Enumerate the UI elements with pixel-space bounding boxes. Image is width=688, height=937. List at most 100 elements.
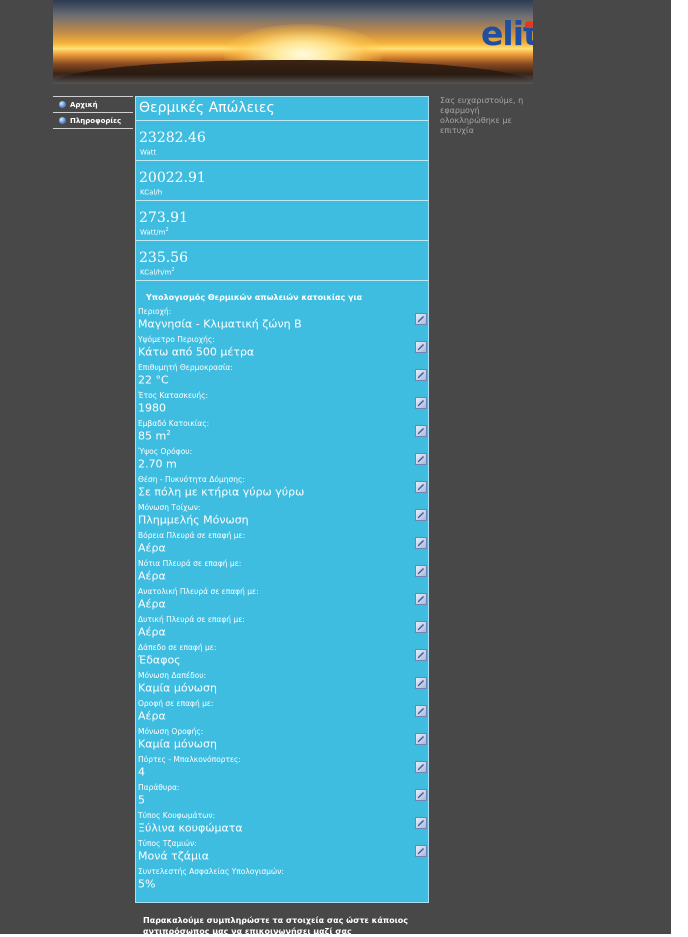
- logo[interactable]: elith: [481, 14, 533, 54]
- parameter-row: Τύπος Κουφωμάτων: Ξύλινα κουφώματα: [136, 811, 428, 839]
- parameter-row: Οροφή σε επαφή με: Αέρα: [136, 699, 428, 727]
- edit-icon[interactable]: [415, 705, 427, 717]
- parameter-value: Πλημμελής Μόνωση: [138, 513, 249, 527]
- nav-item-home[interactable]: Αρχική: [53, 96, 133, 112]
- parameter-row: Νότια Πλευρά σε επαφή με: Αέρα: [136, 559, 428, 587]
- parameter-row: Μόνωση Τοίχων: Πλημμελής Μόνωση: [136, 503, 428, 531]
- parameter-row: Μόνωση Οροφής: Καμία μόνωση: [136, 727, 428, 755]
- parameter-value: 2.70 m: [138, 457, 177, 471]
- nav-item-info[interactable]: Πληροφορίες: [53, 112, 133, 129]
- parameter-row: Θέση - Πυκνότητα Δόμησης: Σε πόλη με κτήρ…: [136, 475, 428, 503]
- result-unit: KCal/h/m2: [140, 267, 175, 277]
- parameter-value: Καμία μόνωση: [138, 737, 217, 751]
- parameter-value: Αέρα: [138, 569, 166, 583]
- result-kcal: 20022.91 KCal/h: [136, 161, 428, 201]
- parameter-label: Οροφή σε επαφή με:: [138, 699, 214, 708]
- edit-icon[interactable]: [415, 565, 427, 577]
- globe-info-icon: [59, 117, 66, 124]
- parameter-label: Δυτική Πλευρά σε επαφή με:: [138, 615, 245, 624]
- parameter-label: Πόρτες - Μπαλκονόπορτες:: [138, 755, 241, 764]
- parameter-label: Επιθυμητή Θερμοκρασία:: [138, 363, 233, 372]
- thank-you-message: Σας ευχαριστούμε, η εφαρμογή ολοκληρώθηκ…: [440, 96, 524, 135]
- edit-icon[interactable]: [415, 789, 427, 801]
- parameter-label: Δάπεδο σε επαφή με:: [138, 643, 217, 652]
- parameter-label: Βόρεια Πλευρά σε επαφή με:: [138, 531, 246, 540]
- nav-item-label: Αρχική: [70, 100, 98, 109]
- edit-icon[interactable]: [415, 733, 427, 745]
- parameter-label: Εμβαδό Κατοικίας:: [138, 419, 210, 428]
- parameter-row: Έτος Κατασκευής: 1980: [136, 391, 428, 419]
- parameter-label: Υψόμετρο Περιοχής:: [138, 335, 215, 344]
- edit-icon[interactable]: [415, 593, 427, 605]
- parameter-value: Έδαφος: [138, 653, 181, 667]
- parameter-row: Ανατολική Πλευρά σε επαφή με: Αέρα: [136, 587, 428, 615]
- parameter-row: Ύψος Ορόφου: 2.70 m: [136, 447, 428, 475]
- parameter-row: Επιθυμητή Θερμοκρασία: 22 °C: [136, 363, 428, 391]
- parameter-value: 5: [138, 793, 145, 807]
- edit-icon[interactable]: [415, 313, 427, 325]
- edit-icon[interactable]: [415, 369, 427, 381]
- nav-item-label: Πληροφορίες: [70, 116, 122, 125]
- parameter-label: Συντελεστής Ασφαλείας Υπολογισμών:: [138, 867, 284, 876]
- parameter-value: Αέρα: [138, 541, 166, 555]
- parameter-row: Τύπος Τζαμιών: Μονά τζάμια: [136, 839, 428, 867]
- parameter-value: Σε πόλη με κτήρια γύρω γύρω: [138, 485, 305, 499]
- result-value: 20022.91: [139, 170, 206, 186]
- parameter-label: Νότια Πλευρά σε επαφή με:: [138, 559, 242, 568]
- edit-icon[interactable]: [415, 397, 427, 409]
- parameter-value: 4: [138, 765, 145, 779]
- parameter-value: Κάτω από 500 μέτρα: [138, 345, 255, 359]
- edit-icon[interactable]: [415, 341, 427, 353]
- result-value: 23282.46: [139, 130, 206, 146]
- parameter-list: Περιοχή: Μαγνησία - Κλιματική ζώνη Β Υψόμε…: [136, 307, 428, 895]
- result-watt: 23282.46 Watt: [136, 121, 428, 161]
- result-unit: Watt/m2: [140, 227, 169, 237]
- parameter-value: Μαγνησία - Κλιματική ζώνη Β: [138, 317, 302, 331]
- parameter-label: Περιοχή:: [138, 307, 172, 316]
- parameter-row: Δάπεδο σε επαφή με: Έδαφος: [136, 643, 428, 671]
- result-unit: KCal/h: [140, 188, 163, 197]
- horizon-graphic: [53, 60, 533, 84]
- edit-icon[interactable]: [415, 845, 427, 857]
- results-panel: Θερμικές Απώλειες 23282.46 Watt 20022.91…: [135, 96, 429, 903]
- page-margin: [671, 0, 688, 934]
- edit-icon[interactable]: [415, 509, 427, 521]
- parameter-row: Βόρεια Πλευρά σε επαφή με: Αέρα: [136, 531, 428, 559]
- parameter-label: Θέση - Πυκνότητα Δόμησης:: [138, 475, 245, 484]
- edit-icon[interactable]: [415, 761, 427, 773]
- parameter-row: Μόνωση Δαπέδου: Καμία μόνωση: [136, 671, 428, 699]
- parameter-row: Παράθυρα: 5: [136, 783, 428, 811]
- parameter-value: 1980: [138, 401, 166, 415]
- edit-icon[interactable]: [415, 677, 427, 689]
- edit-icon[interactable]: [415, 425, 427, 437]
- parameter-value: Μονά τζάμια: [138, 849, 209, 863]
- edit-icon[interactable]: [415, 453, 427, 465]
- parameter-value: Ξύλινα κουφώματα: [138, 821, 243, 835]
- result-value: 273.91: [139, 210, 188, 226]
- edit-icon[interactable]: [415, 481, 427, 493]
- parameter-label: Τύπος Τζαμιών:: [138, 839, 197, 848]
- parameter-value: Καμία μόνωση: [138, 681, 217, 695]
- parameter-label: Ανατολική Πλευρά σε επαφή με:: [138, 587, 259, 596]
- edit-icon[interactable]: [415, 817, 427, 829]
- logo-text: elith: [481, 14, 533, 53]
- page-title: Θερμικές Απώλειες: [136, 97, 428, 121]
- parameter-value: 5%: [138, 877, 156, 891]
- parameter-label: Τύπος Κουφωμάτων:: [138, 811, 216, 820]
- parameter-row: Δυτική Πλευρά σε επαφή με: Αέρα: [136, 615, 428, 643]
- parameter-label: Μόνωση Τοίχων:: [138, 503, 201, 512]
- result-unit: Watt: [140, 148, 157, 157]
- result-value: 235.56: [139, 250, 188, 266]
- section-title: Υπολογισμός Θερμικών απωλειών κατοικίας …: [146, 293, 363, 302]
- parameter-value: Αέρα: [138, 709, 166, 723]
- header-banner: elith: [53, 0, 533, 84]
- parameter-label: Ύψος Ορόφου:: [138, 447, 193, 456]
- left-nav: Αρχική Πληροφορίες: [53, 96, 133, 129]
- edit-icon[interactable]: [415, 537, 427, 549]
- edit-icon[interactable]: [415, 649, 427, 661]
- result-watt-per-m2: 273.91 Watt/m2: [136, 201, 428, 241]
- parameter-value: 22 °C: [138, 373, 169, 387]
- parameter-value: 85 m2: [138, 429, 171, 443]
- edit-icon[interactable]: [415, 621, 427, 633]
- logo-accent-icon: [525, 22, 533, 28]
